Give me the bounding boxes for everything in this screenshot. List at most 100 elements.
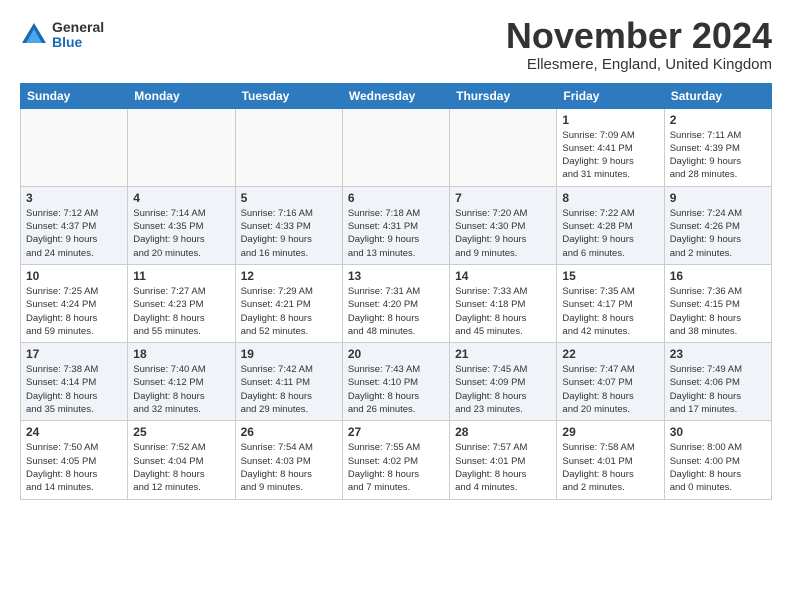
- calendar-cell: [235, 108, 342, 186]
- calendar-cell: 14 Sunrise: 7:33 AM Sunset: 4:18 PM Dayli…: [450, 264, 557, 342]
- location: Ellesmere, England, United Kingdom: [506, 56, 772, 73]
- calendar-cell: [450, 108, 557, 186]
- col-friday: Friday: [557, 83, 664, 108]
- day-info: Sunrise: 7:33 AM Sunset: 4:18 PM Dayligh…: [455, 285, 551, 338]
- day-number: 2: [670, 113, 766, 127]
- day-number: 18: [133, 347, 229, 361]
- day-info: Sunrise: 8:00 AM Sunset: 4:00 PM Dayligh…: [670, 441, 766, 494]
- day-info: Sunrise: 7:36 AM Sunset: 4:15 PM Dayligh…: [670, 285, 766, 338]
- calendar-cell: 23 Sunrise: 7:49 AM Sunset: 4:06 PM Dayli…: [664, 343, 771, 421]
- day-number: 5: [241, 191, 337, 205]
- calendar-cell: 16 Sunrise: 7:36 AM Sunset: 4:15 PM Dayli…: [664, 264, 771, 342]
- day-info: Sunrise: 7:14 AM Sunset: 4:35 PM Dayligh…: [133, 207, 229, 260]
- day-number: 4: [133, 191, 229, 205]
- day-number: 16: [670, 269, 766, 283]
- day-number: 15: [562, 269, 658, 283]
- calendar-cell: 27Sunrise: 7:55 AM Sunset: 4:02 PM Dayli…: [342, 421, 449, 499]
- calendar-cell: [21, 108, 128, 186]
- header-row: Sunday Monday Tuesday Wednesday Thursday…: [21, 83, 772, 108]
- day-info: Sunrise: 7:40 AM Sunset: 4:12 PM Dayligh…: [133, 363, 229, 416]
- day-number: 10: [26, 269, 122, 283]
- day-number: 26: [241, 425, 337, 439]
- day-number: 9: [670, 191, 766, 205]
- day-number: 3: [26, 191, 122, 205]
- calendar-cell: 28Sunrise: 7:57 AM Sunset: 4:01 PM Dayli…: [450, 421, 557, 499]
- day-info: Sunrise: 7:27 AM Sunset: 4:23 PM Dayligh…: [133, 285, 229, 338]
- calendar-cell: 3 Sunrise: 7:12 AM Sunset: 4:37 PM Daylig…: [21, 186, 128, 264]
- logo: General Blue: [20, 20, 104, 51]
- day-number: 17: [26, 347, 122, 361]
- day-info: Sunrise: 7:18 AM Sunset: 4:31 PM Dayligh…: [348, 207, 444, 260]
- title-section: November 2024 Ellesmere, England, United…: [506, 16, 772, 73]
- col-sunday: Sunday: [21, 83, 128, 108]
- day-number: 24: [26, 425, 122, 439]
- day-info: Sunrise: 7:25 AM Sunset: 4:24 PM Dayligh…: [26, 285, 122, 338]
- calendar-cell: 4 Sunrise: 7:14 AM Sunset: 4:35 PM Daylig…: [128, 186, 235, 264]
- day-info: Sunrise: 7:09 AM Sunset: 4:41 PM Dayligh…: [562, 129, 658, 182]
- logo-icon: [20, 21, 48, 49]
- calendar-cell: 18 Sunrise: 7:40 AM Sunset: 4:12 PM Dayli…: [128, 343, 235, 421]
- calendar-cell: 25 Sunrise: 7:52 AM Sunset: 4:04 PM Dayli…: [128, 421, 235, 499]
- day-number: 14: [455, 269, 551, 283]
- day-info: Sunrise: 7:49 AM Sunset: 4:06 PM Dayligh…: [670, 363, 766, 416]
- day-info: Sunrise: 7:29 AM Sunset: 4:21 PM Dayligh…: [241, 285, 337, 338]
- calendar-table: Sunday Monday Tuesday Wednesday Thursday…: [20, 83, 772, 500]
- day-number: 12: [241, 269, 337, 283]
- day-info: Sunrise: 7:22 AM Sunset: 4:28 PM Dayligh…: [562, 207, 658, 260]
- day-number: 7: [455, 191, 551, 205]
- calendar-cell: 19Sunrise: 7:42 AM Sunset: 4:11 PM Dayli…: [235, 343, 342, 421]
- calendar-cell: 29 Sunrise: 7:58 AM Sunset: 4:01 PM Dayli…: [557, 421, 664, 499]
- col-thursday: Thursday: [450, 83, 557, 108]
- calendar-cell: 5Sunrise: 7:16 AM Sunset: 4:33 PM Daylig…: [235, 186, 342, 264]
- logo-general: General: [52, 20, 104, 35]
- day-info: Sunrise: 7:52 AM Sunset: 4:04 PM Dayligh…: [133, 441, 229, 494]
- calendar-cell: 8 Sunrise: 7:22 AM Sunset: 4:28 PM Daylig…: [557, 186, 664, 264]
- day-number: 20: [348, 347, 444, 361]
- header: General Blue November 2024 Ellesmere, En…: [20, 16, 772, 73]
- day-info: Sunrise: 7:38 AM Sunset: 4:14 PM Dayligh…: [26, 363, 122, 416]
- day-info: Sunrise: 7:24 AM Sunset: 4:26 PM Dayligh…: [670, 207, 766, 260]
- col-monday: Monday: [128, 83, 235, 108]
- day-number: 29: [562, 425, 658, 439]
- calendar-cell: [128, 108, 235, 186]
- month-title: November 2024: [506, 16, 772, 56]
- day-info: Sunrise: 7:54 AM Sunset: 4:03 PM Dayligh…: [241, 441, 337, 494]
- calendar-week-2: 3 Sunrise: 7:12 AM Sunset: 4:37 PM Daylig…: [21, 186, 772, 264]
- day-info: Sunrise: 7:50 AM Sunset: 4:05 PM Dayligh…: [26, 441, 122, 494]
- logo-text: General Blue: [52, 20, 104, 51]
- day-number: 23: [670, 347, 766, 361]
- calendar-week-3: 10 Sunrise: 7:25 AM Sunset: 4:24 PM Dayli…: [21, 264, 772, 342]
- calendar-cell: [342, 108, 449, 186]
- day-number: 25: [133, 425, 229, 439]
- calendar-cell: 1 Sunrise: 7:09 AM Sunset: 4:41 PM Daylig…: [557, 108, 664, 186]
- day-number: 11: [133, 269, 229, 283]
- calendar-cell: 30 Sunrise: 8:00 AM Sunset: 4:00 PM Dayli…: [664, 421, 771, 499]
- day-number: 1: [562, 113, 658, 127]
- calendar-cell: 11 Sunrise: 7:27 AM Sunset: 4:23 PM Dayli…: [128, 264, 235, 342]
- calendar-cell: 2 Sunrise: 7:11 AM Sunset: 4:39 PM Daylig…: [664, 108, 771, 186]
- day-info: Sunrise: 7:47 AM Sunset: 4:07 PM Dayligh…: [562, 363, 658, 416]
- calendar-cell: 9 Sunrise: 7:24 AM Sunset: 4:26 PM Daylig…: [664, 186, 771, 264]
- calendar-cell: 21Sunrise: 7:45 AM Sunset: 4:09 PM Dayli…: [450, 343, 557, 421]
- day-number: 30: [670, 425, 766, 439]
- calendar-cell: 17 Sunrise: 7:38 AM Sunset: 4:14 PM Dayli…: [21, 343, 128, 421]
- col-tuesday: Tuesday: [235, 83, 342, 108]
- calendar-cell: 12 Sunrise: 7:29 AM Sunset: 4:21 PM Dayli…: [235, 264, 342, 342]
- calendar-cell: 15Sunrise: 7:35 AM Sunset: 4:17 PM Dayli…: [557, 264, 664, 342]
- calendar-cell: 24 Sunrise: 7:50 AM Sunset: 4:05 PM Dayli…: [21, 421, 128, 499]
- day-info: Sunrise: 7:20 AM Sunset: 4:30 PM Dayligh…: [455, 207, 551, 260]
- day-info: Sunrise: 7:12 AM Sunset: 4:37 PM Dayligh…: [26, 207, 122, 260]
- day-number: 8: [562, 191, 658, 205]
- day-number: 21: [455, 347, 551, 361]
- day-info: Sunrise: 7:11 AM Sunset: 4:39 PM Dayligh…: [670, 129, 766, 182]
- calendar-cell: 10 Sunrise: 7:25 AM Sunset: 4:24 PM Dayli…: [21, 264, 128, 342]
- calendar-cell: 13Sunrise: 7:31 AM Sunset: 4:20 PM Dayli…: [342, 264, 449, 342]
- calendar-cell: 6Sunrise: 7:18 AM Sunset: 4:31 PM Daylig…: [342, 186, 449, 264]
- logo-blue: Blue: [52, 35, 104, 50]
- calendar-cell: 7 Sunrise: 7:20 AM Sunset: 4:30 PM Daylig…: [450, 186, 557, 264]
- col-wednesday: Wednesday: [342, 83, 449, 108]
- day-info: Sunrise: 7:58 AM Sunset: 4:01 PM Dayligh…: [562, 441, 658, 494]
- day-info: Sunrise: 7:57 AM Sunset: 4:01 PM Dayligh…: [455, 441, 551, 494]
- calendar-week-1: 1 Sunrise: 7:09 AM Sunset: 4:41 PM Daylig…: [21, 108, 772, 186]
- calendar-cell: 26 Sunrise: 7:54 AM Sunset: 4:03 PM Dayli…: [235, 421, 342, 499]
